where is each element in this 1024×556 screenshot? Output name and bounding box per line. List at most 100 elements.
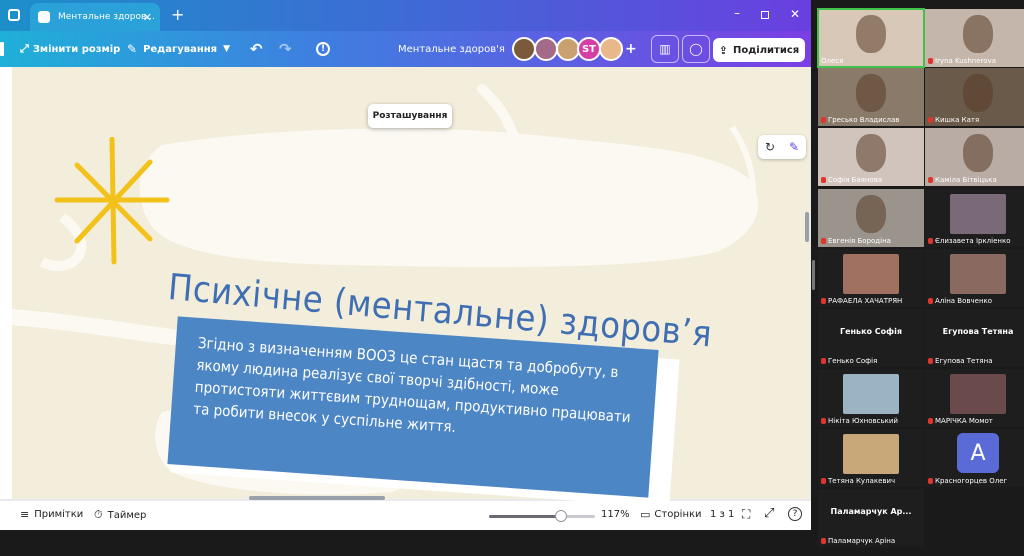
redo-icon[interactable]: ↷ [279, 31, 292, 67]
status-bar: ≡ Примітки ⏱ Таймер 117% ▭ Сторінки 1 з … [0, 501, 811, 530]
participant-tile[interactable]: Генько Софія Генько Софія [818, 309, 924, 367]
undo-icon[interactable]: ↶ [250, 31, 263, 67]
participant-name-text: Нікіта Юхновський [828, 417, 898, 425]
participant-name: Кишка Катя [928, 116, 979, 124]
pencil-icon: ✎ [127, 42, 138, 56]
add-collaborator-icon[interactable]: + [625, 31, 637, 67]
participant-tile[interactable]: Iryna Kushnerova [925, 9, 1024, 67]
participant-tile[interactable]: Паламарчук Ар... Паламарчук Аріна [818, 489, 924, 547]
participant-photo [950, 194, 1006, 234]
resize-label: Змінити розмір [32, 43, 121, 55]
fullscreen-icon[interactable]: ⛶ [742, 507, 750, 522]
browser-tab-bar: Ментальне здоров... ✕ + – ✕ [0, 0, 811, 31]
participant-tile[interactable]: Гресько Владислав [818, 68, 924, 126]
zoom-slider-fill [489, 515, 562, 518]
muted-mic-icon [821, 238, 826, 244]
participant-tile[interactable]: A Красногорцев Олег [925, 429, 1024, 487]
notes-button[interactable]: ≡ Примітки [20, 508, 83, 521]
participant-name: Паламарчук Аріна [821, 537, 895, 545]
participant-tile[interactable]: МАРІЧКА Момот [925, 369, 1024, 427]
horizontal-scrollbar[interactable] [249, 496, 385, 500]
analytics-button[interactable]: ▥ [651, 31, 679, 67]
participant-photo [843, 434, 899, 474]
participant-tile[interactable]: Софія Баянова [818, 128, 924, 186]
collaborator-initials[interactable]: ST [577, 37, 601, 61]
pages-label: Сторінки [654, 509, 702, 520]
tab-close-icon[interactable]: ✕ [143, 11, 152, 24]
refresh-comment-icon[interactable]: ↻ [765, 140, 775, 154]
participant-name-text: Паламарчук Аріна [828, 537, 896, 545]
gallery-scrollbar[interactable] [812, 260, 815, 290]
resize-button[interactable]: ⤢ Змінити розмір [20, 31, 120, 67]
participant-tile[interactable]: Кишка Катя [925, 68, 1024, 126]
comments-button[interactable]: ◯ [682, 31, 710, 67]
participant-photo [843, 254, 899, 294]
expand-icon[interactable]: ⤢ [764, 506, 774, 521]
participant-name-text: Олеся [821, 57, 844, 65]
participant-tile[interactable]: Єлизавета Іркліенко [925, 189, 1024, 247]
help-icon[interactable]: ? [788, 507, 802, 521]
minimize-icon[interactable]: – [734, 6, 740, 20]
editor-toolbar: ⤢ Змінити розмір ✎ Редагування ▼ ↶ ↷ ! М… [0, 31, 811, 67]
participant-name-text: Єлизавета Іркліенко [935, 237, 1011, 245]
page-counter: 1 з 1 [710, 509, 735, 520]
participant-tile[interactable]: Нікіта Юхновський [818, 369, 924, 427]
edit-dropdown[interactable]: ✎ Редагування ▼ [127, 31, 230, 67]
muted-mic-icon [928, 358, 933, 364]
participant-name: РАФАЕЛА ХАЧАТРЯН [821, 297, 902, 305]
home-icon[interactable] [8, 9, 20, 21]
participant-name-text: Кишка Катя [935, 116, 980, 124]
participant-tile[interactable]: Олеся [817, 8, 925, 68]
participant-name: Нікіта Юхновський [821, 417, 898, 425]
muted-mic-icon [821, 478, 826, 484]
menu-icon[interactable] [0, 31, 4, 67]
notes-label: Примітки [34, 509, 84, 520]
participant-tile[interactable]: Тетяна Кулакевич [818, 429, 924, 487]
muted-mic-icon [928, 117, 933, 123]
star-decoration [54, 137, 170, 265]
zoom-level[interactable]: 117% [601, 509, 630, 520]
participant-video [963, 74, 993, 112]
pages-icon: ▭ [640, 508, 651, 521]
participant-tile[interactable]: Егупова Тетяна Егупова Тетяна [925, 309, 1024, 367]
position-tooltip: Розташування [368, 104, 452, 128]
close-window-icon[interactable]: ✕ [790, 7, 800, 21]
new-tab-icon[interactable]: + [171, 5, 184, 24]
screen-bottom-area [0, 530, 811, 556]
edit-label: Редагування [143, 43, 218, 55]
muted-mic-icon [821, 538, 826, 544]
page-actions: ↻ ✎ [758, 135, 806, 159]
collaborator-avatar[interactable] [534, 37, 558, 61]
info-icon[interactable]: ! [316, 31, 330, 67]
participant-name-text: Аліна Вовченко [935, 297, 993, 305]
zoom-slider-handle[interactable] [555, 510, 568, 522]
muted-mic-icon [821, 358, 826, 364]
timer-label: Таймер [107, 509, 147, 521]
muted-mic-icon [928, 478, 933, 484]
participant-display-name: Генько Софія [839, 327, 902, 336]
participant-tile[interactable]: Евгенія Бородіна [818, 189, 924, 247]
participant-name: Генько Софія [821, 357, 877, 365]
collaborator-avatar[interactable] [512, 37, 536, 61]
notes-icon: ≡ [20, 508, 30, 521]
zoom-slider[interactable] [489, 510, 595, 522]
timer-button[interactable]: ⏱ Таймер [94, 508, 146, 522]
restore-icon[interactable] [761, 11, 769, 19]
participant-tile[interactable]: РАФАЕЛА ХАЧАТРЯН [818, 249, 924, 307]
participant-photo [950, 254, 1006, 294]
participant-tile[interactable]: Аліна Вовченко [925, 249, 1024, 307]
share-button[interactable]: ⇪ Поділитися [713, 38, 805, 62]
collaborator-avatar[interactable] [599, 37, 623, 61]
edit-page-icon[interactable]: ✎ [789, 140, 799, 154]
participant-name: Єлизавета Іркліенко [928, 237, 1011, 245]
pages-button[interactable]: ▭ Сторінки [640, 508, 702, 521]
tab-document[interactable]: Ментальне здоров... ✕ [30, 3, 160, 31]
participant-name: Егупова Тетяна [928, 357, 992, 365]
participant-tile[interactable]: Каміла Бітвіцька [925, 128, 1024, 186]
participant-name-text: Софія Баянова [828, 176, 883, 184]
document-title[interactable]: Ментальне здоров'я [398, 31, 505, 67]
vertical-scrollbar[interactable] [805, 212, 809, 242]
upload-icon: ⇪ [718, 43, 728, 57]
muted-mic-icon [928, 177, 933, 183]
participant-video [856, 195, 886, 233]
